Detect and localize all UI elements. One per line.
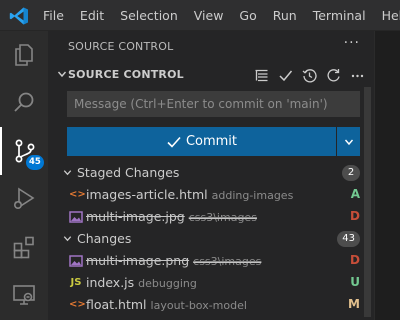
sidebar-header: SOURCE CONTROL ··· <box>48 31 374 61</box>
commit-button-label: Commit <box>185 134 238 149</box>
check-icon <box>167 136 181 148</box>
file-name: images-article.html <box>86 187 208 202</box>
staged-changes-label: Staged Changes <box>77 165 180 180</box>
file-directory: debugging <box>138 277 197 290</box>
staged-count-badge: 2 <box>342 165 360 181</box>
file-name: float.html <box>86 297 147 312</box>
commit-button[interactable]: Commit <box>67 127 336 156</box>
file-row[interactable]: multi-image.png css3\images D <box>48 250 374 272</box>
activity-source-control[interactable]: 45 <box>0 127 48 175</box>
run-debug-icon <box>13 187 35 210</box>
explorer-icon <box>15 44 33 66</box>
ellipsis-icon <box>351 74 363 77</box>
chevron-down-icon <box>63 170 72 176</box>
file-directory: adding-images <box>211 189 294 202</box>
menu-run[interactable]: Run <box>265 0 305 31</box>
refresh-button[interactable] <box>324 66 342 84</box>
file-directory: layout-box-model <box>150 299 247 312</box>
chevron-down-icon <box>344 139 353 145</box>
activity-bar: 45 <box>0 31 48 320</box>
commit-message-input[interactable] <box>67 91 360 117</box>
commit-check-button[interactable] <box>276 66 294 84</box>
title-bar: File Edit Selection View Go Run Terminal… <box>0 0 400 31</box>
file-name: index.js <box>86 275 135 290</box>
editor-area <box>374 31 400 320</box>
chevron-down-icon <box>57 71 67 78</box>
activity-extensions[interactable] <box>0 223 48 271</box>
html-file-icon: <> <box>69 189 86 200</box>
repository-actions <box>252 66 366 84</box>
file-row[interactable]: <> float.html layout-box-model M <box>48 294 374 316</box>
js-file-icon: JS <box>70 277 82 288</box>
file-name: multi-image.jpg <box>86 209 185 224</box>
image-file-icon <box>69 211 83 223</box>
file-status-untracked: U <box>350 275 360 289</box>
source-control-sidebar: SOURCE CONTROL ··· SOURCE CONTROL Messag… <box>48 31 374 320</box>
activity-search[interactable] <box>0 79 48 127</box>
list-tree-icon <box>255 69 267 81</box>
chevron-down-icon <box>63 236 72 242</box>
refresh-icon <box>327 68 340 81</box>
source-control-badge: 45 <box>26 155 44 170</box>
menu-file[interactable]: File <box>35 0 72 31</box>
file-directory: css3\images <box>193 255 262 268</box>
staged-changes-group[interactable]: Staged Changes 2 <box>48 162 374 184</box>
html-file-icon: <> <box>69 299 86 310</box>
sidebar-title: SOURCE CONTROL <box>68 40 174 53</box>
activity-run-debug[interactable] <box>0 175 48 223</box>
file-status-deleted: D <box>350 209 360 223</box>
commit-options-dropdown[interactable] <box>337 127 360 156</box>
file-name: multi-image.png <box>86 253 190 268</box>
menu-terminal[interactable]: Terminal <box>305 0 374 31</box>
search-icon <box>14 92 34 112</box>
activity-remote-explorer[interactable] <box>0 271 48 319</box>
extensions-icon <box>13 236 34 259</box>
file-status-added: A <box>350 187 360 201</box>
remote-explorer-icon <box>13 285 35 305</box>
sidebar-more-button[interactable]: ··· <box>344 35 360 51</box>
menu-bar: File Edit Selection View Go Run Terminal… <box>35 0 400 31</box>
file-row[interactable]: multi-image.jpg css3\images D <box>48 206 374 228</box>
file-status-modified: M <box>348 297 360 311</box>
vscode-logo-icon <box>9 7 29 25</box>
changes-label: Changes <box>77 231 132 246</box>
file-status-deleted: D <box>350 253 360 267</box>
file-directory: css3\images <box>188 211 257 224</box>
menu-go[interactable]: Go <box>231 0 264 31</box>
menu-edit[interactable]: Edit <box>72 0 112 31</box>
more-actions-button[interactable] <box>348 66 366 84</box>
view-history-button[interactable] <box>300 66 318 84</box>
file-row[interactable]: <> images-article.html adding-images A <box>48 184 374 206</box>
sidebar-scrollbar[interactable] <box>364 87 371 317</box>
history-icon <box>302 68 317 82</box>
check-icon <box>278 70 292 81</box>
repository-section-header[interactable]: SOURCE CONTROL <box>48 64 374 86</box>
repository-title: SOURCE CONTROL <box>68 68 184 81</box>
menu-selection[interactable]: Selection <box>112 0 186 31</box>
activity-explorer[interactable] <box>0 31 48 79</box>
changes-group[interactable]: Changes 43 <box>48 228 374 250</box>
changes-count-badge: 43 <box>337 231 360 247</box>
menu-help[interactable]: Help <box>374 0 400 31</box>
view-as-tree-button[interactable] <box>252 66 270 84</box>
menu-view[interactable]: View <box>186 0 232 31</box>
image-file-icon <box>69 255 83 267</box>
file-row[interactable]: JS index.js debugging U <box>48 272 374 294</box>
